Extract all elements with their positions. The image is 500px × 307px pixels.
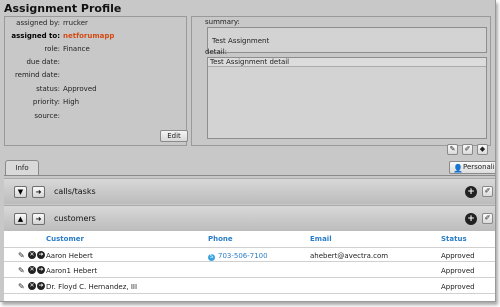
field-role: role: Finance [5, 45, 188, 55]
field-value: Approved [63, 85, 97, 93]
field-value: High [63, 98, 80, 106]
field-label: assigned to: [11, 32, 60, 40]
field-source: source: [5, 112, 188, 122]
phone-number: 703-506-7100 [218, 252, 268, 260]
column-header-customer[interactable]: Customer [46, 235, 84, 243]
detail-box: Test Assignment detail [207, 57, 487, 139]
chevron-down-icon[interactable]: ▼ [14, 186, 27, 198]
column-header-status[interactable]: Status [441, 235, 467, 243]
row-actions: ✎ ✕ ➜ [18, 282, 46, 291]
go-icon[interactable]: ➜ [32, 213, 45, 225]
edit-note-icon[interactable]: ✐ [482, 186, 493, 197]
field-label: remind date: [14, 71, 60, 79]
customer-name[interactable]: Dr. Floyd C. Hernandez, III [46, 283, 137, 291]
person-icon: 👤 [453, 164, 463, 173]
edit-note-icon[interactable]: ✐ [462, 144, 473, 155]
close-circle-icon[interactable]: ✕ [28, 251, 36, 259]
field-label: priority: [32, 98, 60, 106]
status-cell: Approved [441, 267, 475, 275]
status-cell: Approved [441, 283, 475, 291]
table-row: ✎ ✕ ➜ Aaron Hebert S 703-506-7100 ahebert… [4, 247, 495, 262]
field-due-date: due date: [5, 58, 188, 68]
section-customers: ▲ ➜ customers + ✐ [4, 205, 495, 231]
section-calls-tasks: ▼ ➜ calls/tasks + ✐ [4, 178, 495, 204]
arrow-circle-icon[interactable]: ➜ [37, 282, 45, 290]
pencil-icon[interactable]: ✎ [18, 282, 25, 291]
pencil-icon[interactable]: ✎ [18, 266, 25, 275]
column-header-phone[interactable]: Phone [208, 235, 233, 243]
detail-value: Test Assignment detail [208, 58, 486, 67]
chevron-up-icon[interactable]: ▲ [14, 213, 27, 225]
customer-name[interactable]: Aaron Hebert [46, 252, 93, 260]
assigned-to-link[interactable]: netforumapp [63, 32, 114, 40]
field-label: assigned by: [16, 19, 60, 27]
personalize-label: Personalize [463, 163, 495, 171]
skype-icon: S [208, 254, 215, 261]
section-title: customers [54, 214, 96, 223]
section-title: calls/tasks [54, 187, 96, 196]
field-status: status: Approved [5, 85, 188, 95]
field-remind-date: remind date: [5, 71, 188, 81]
go-icon[interactable]: ➜ [32, 186, 45, 198]
close-circle-icon[interactable]: ✕ [28, 282, 36, 290]
pencil-icon[interactable]: ✎ [18, 251, 25, 260]
table-row: ✎ ✕ ➜ Dr. Floyd C. Hernandez, III Approv… [4, 279, 495, 294]
summary-panel: summary: Test Assignment detail: Test As… [191, 16, 491, 146]
field-label: due date: [26, 58, 60, 66]
phone-cell[interactable]: S 703-506-7100 [208, 252, 268, 261]
edit-note-icon[interactable]: ✐ [482, 213, 493, 224]
detail-label: detail: [205, 48, 228, 56]
edit-button[interactable]: Edit [160, 130, 188, 142]
row-actions: ✎ ✕ ➜ [18, 251, 46, 260]
profile-panel: assigned by: rrucker assigned to: netfor… [4, 16, 188, 146]
table-row: ✎ ✕ ➜ Aaron1 Hebert Approved [4, 263, 495, 278]
field-label: status: [36, 85, 60, 93]
tab-info[interactable]: Info [5, 160, 39, 175]
email-cell[interactable]: ahebert@avectra.com [310, 252, 388, 260]
field-label: role: [44, 45, 60, 53]
field-assigned-by: assigned by: rrucker [5, 19, 188, 29]
tag-icon[interactable]: ◆ [477, 144, 488, 155]
summary-value: Test Assignment [212, 37, 270, 45]
field-value: Finance [63, 45, 90, 53]
arrow-circle-icon[interactable]: ➜ [37, 266, 45, 274]
status-cell: Approved [441, 252, 475, 260]
row-actions: ✎ ✕ ➜ [18, 266, 46, 275]
tab-divider [4, 175, 495, 176]
personalize-button[interactable]: 👤 Personalize [449, 161, 495, 174]
column-header-email[interactable]: Email [310, 235, 332, 243]
summary-label: summary: [205, 18, 240, 26]
customer-name[interactable]: Aaron1 Hebert [46, 267, 97, 275]
plus-circle-icon[interactable]: + [465, 186, 477, 198]
summary-box: Test Assignment [207, 27, 487, 53]
customers-table: Customer Phone Email Status ✎ ✕ ➜ Aaron … [4, 231, 495, 301]
close-circle-icon[interactable]: ✕ [28, 266, 36, 274]
field-assigned-to: assigned to: netforumapp [5, 32, 188, 42]
brush-icon[interactable]: ✎ [447, 144, 458, 155]
arrow-circle-icon[interactable]: ➜ [37, 251, 45, 259]
field-label: source: [34, 112, 60, 120]
field-value: rrucker [63, 19, 88, 27]
page-title: Assignment Profile [4, 2, 122, 15]
plus-circle-icon[interactable]: + [465, 213, 477, 225]
assignment-profile-window: Assignment Profile assigned by: rrucker … [0, 0, 496, 302]
field-priority: priority: High [5, 98, 188, 108]
